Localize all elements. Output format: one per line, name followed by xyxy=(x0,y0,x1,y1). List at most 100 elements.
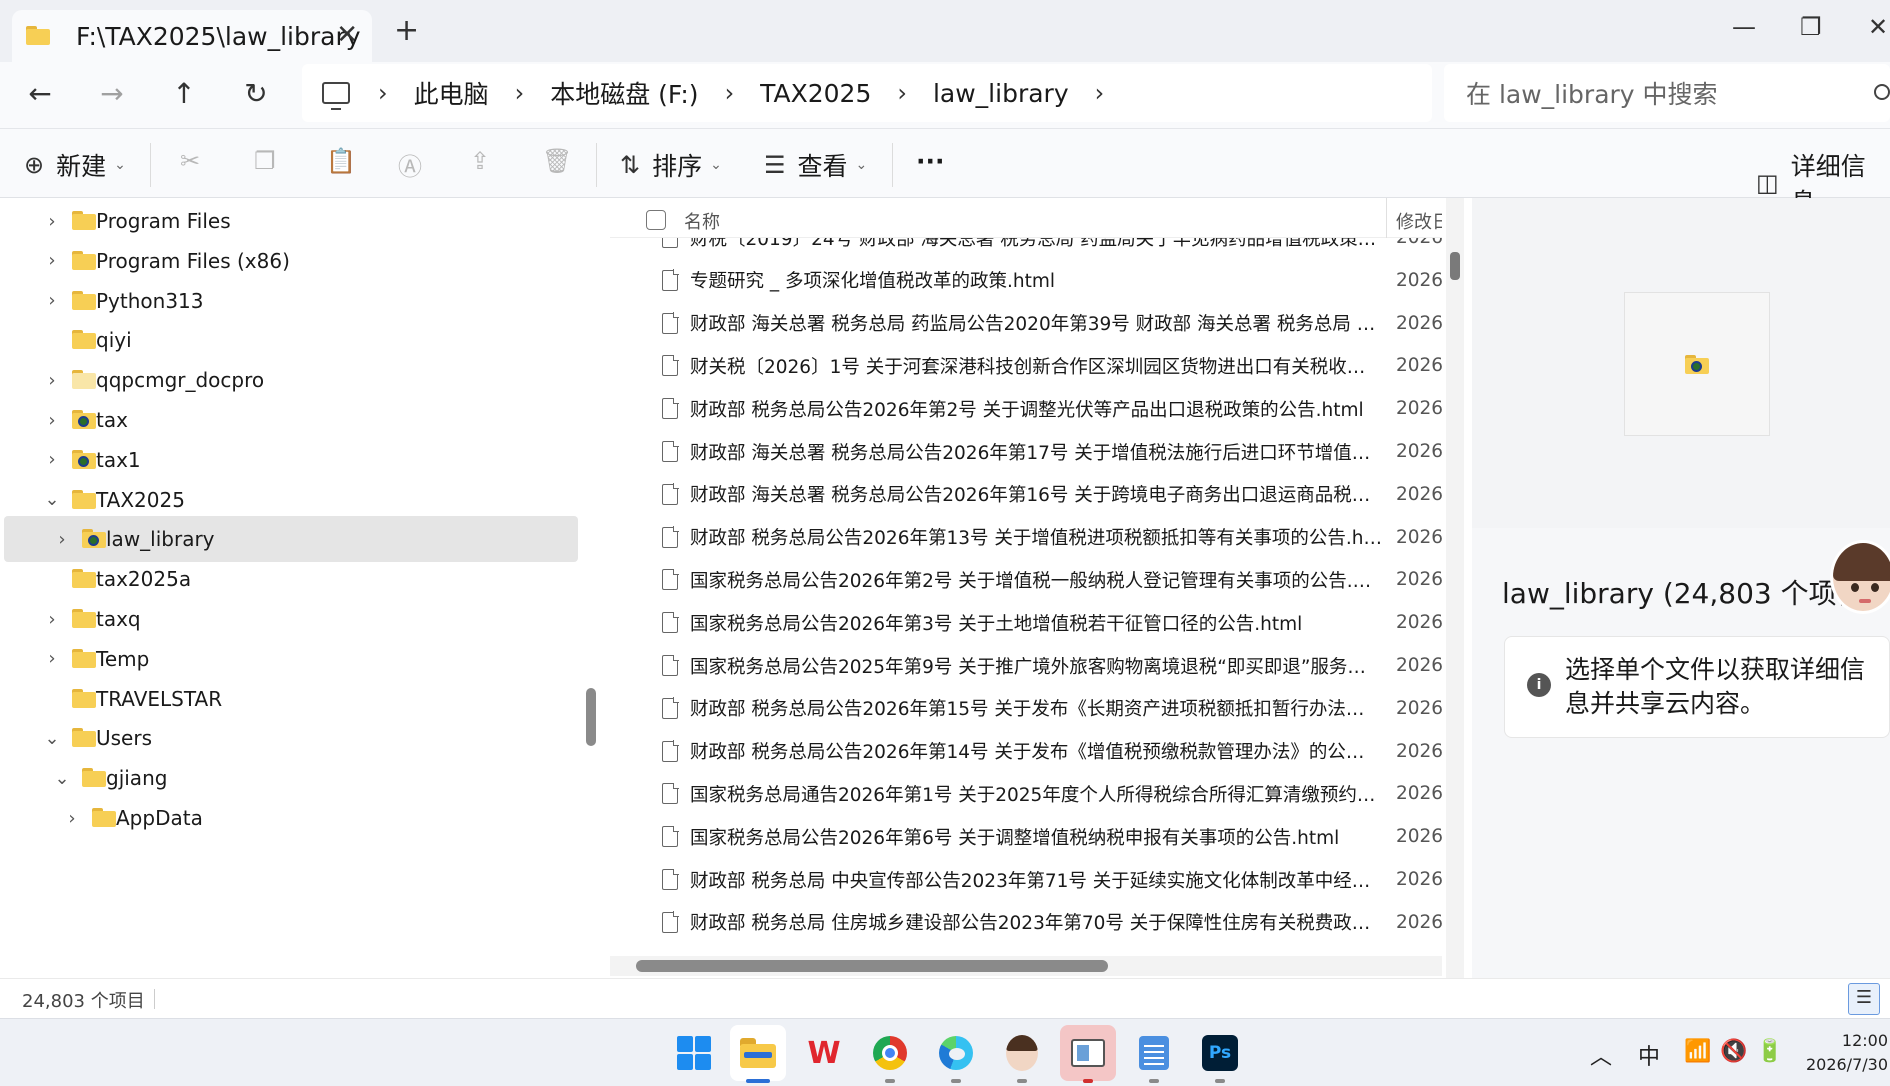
maximize-button[interactable]: ❐ xyxy=(1800,12,1822,42)
file-row[interactable]: 国家税务总局通告2026年第1号 关于2025年度个人所得税综合所得汇算清缴预约… xyxy=(610,772,1442,815)
taskbar-notepad[interactable] xyxy=(1126,1025,1182,1083)
breadcrumb-local-disk-f[interactable]: 本地磁盘 (F:) xyxy=(550,75,698,111)
chevron-down-icon[interactable]: ⌄ xyxy=(42,489,62,510)
chevron-right-icon[interactable]: › xyxy=(42,290,62,311)
taskbar-photoshop[interactable]: Ps xyxy=(1192,1025,1248,1083)
file-row[interactable]: 国家税务总局公告2026年第3号 关于土地增值税若干征管口径的公告.html 20… xyxy=(610,601,1442,644)
breadcrumb-separator[interactable]: › xyxy=(378,79,388,107)
close-tab-icon[interactable]: ✕ xyxy=(336,20,358,50)
breadcrumb[interactable]: › 此电脑 › 本地磁盘 (F:) › TAX2025 › law_librar… xyxy=(302,64,1432,122)
file-icon xyxy=(662,911,679,933)
file-date: 2026/ xyxy=(1396,783,1442,805)
file-row[interactable]: 国家税务总局公告2026年第6号 关于调整增值税纳税申报有关事项的公告.html… xyxy=(610,815,1442,858)
forward-button[interactable]: → xyxy=(92,76,132,112)
navigation-scrollbar[interactable] xyxy=(586,688,596,746)
tree-item[interactable]: › AppData xyxy=(4,795,578,841)
chevron-right-icon[interactable]: › xyxy=(52,529,72,550)
file-row[interactable]: 财政部 海关总署 税务总局公告2026年第17号 关于增值税法施行后进口环节增值… xyxy=(610,430,1442,473)
breadcrumb-separator[interactable]: › xyxy=(897,79,907,107)
taskbar-assistant[interactable] xyxy=(994,1025,1050,1083)
new-tab-button[interactable]: + xyxy=(394,16,419,46)
assistant-avatar[interactable] xyxy=(1830,540,1890,614)
chevron-right-icon[interactable]: › xyxy=(42,211,62,232)
chevron-down-icon[interactable]: ⌄ xyxy=(42,728,62,749)
breadcrumb-separator[interactable]: › xyxy=(515,79,525,107)
file-row[interactable]: 财政部 税务总局公告2026年第15号 关于发布《长期资产进项税额抵扣暂行办法》… xyxy=(610,687,1442,730)
breadcrumb-separator[interactable]: › xyxy=(725,79,735,107)
file-row[interactable]: 财政部 税务总局 中央宣传部公告2023年第71号 关于延续实施文化体制改革中经… xyxy=(610,858,1442,901)
clock[interactable]: 12:00 2026/7/30 xyxy=(1802,1029,1888,1077)
wifi-icon[interactable]: 📶 xyxy=(1684,1039,1711,1064)
taskbar-edge[interactable] xyxy=(928,1025,984,1083)
file-row[interactable]: 财政部 税务总局公告2026年第14号 关于发布《增值税预缴税款管理办法》的公告… xyxy=(610,730,1442,773)
minimize-button[interactable]: — xyxy=(1732,12,1756,42)
start-button[interactable] xyxy=(666,1025,722,1081)
details-view-icon[interactable]: ☰ xyxy=(1848,983,1880,1015)
sort-button[interactable]: ⇅ 排序 ⌄ xyxy=(620,147,722,183)
file-row[interactable]: 财政部 海关总署 税务总局公告2026年第16号 关于跨境电子商务出口退运商品税… xyxy=(610,473,1442,516)
horizontal-scrollbar-thumb[interactable] xyxy=(636,960,1108,972)
copy-button[interactable]: ❐ xyxy=(254,147,288,175)
volume-muted-icon[interactable]: 🔇 xyxy=(1720,1039,1747,1064)
file-row[interactable]: 财税〔2019〕24号 财政部 海关总署 税务总局 药监局关于罕见病药品增值税政… xyxy=(610,238,1442,259)
new-button[interactable]: ⊕ 新建 ⌄ xyxy=(24,147,126,183)
breadcrumb-law-library[interactable]: law_library xyxy=(933,79,1069,108)
file-row[interactable]: 财政部 税务总局公告2026年第13号 关于增值税进项税额抵扣等有关事项的公告.… xyxy=(610,516,1442,559)
search-icon[interactable] xyxy=(1874,84,1890,100)
show-hidden-icons-button[interactable]: ︿ xyxy=(1590,1039,1612,1071)
chevron-right-icon[interactable]: › xyxy=(42,609,62,630)
folder-icon xyxy=(26,26,52,46)
more-options-button[interactable]: ··· xyxy=(916,147,945,176)
breadcrumb-tax2025[interactable]: TAX2025 xyxy=(760,79,871,108)
chevron-right-icon[interactable]: › xyxy=(42,410,62,431)
breadcrumb-separator[interactable]: › xyxy=(1095,79,1105,107)
folder-icon xyxy=(72,728,96,748)
chevron-right-icon[interactable]: › xyxy=(62,808,82,829)
close-window-button[interactable]: ✕ xyxy=(1868,12,1888,42)
breadcrumb-this-pc[interactable]: 此电脑 xyxy=(414,75,489,111)
search-input[interactable]: 在 law_library 中搜索 xyxy=(1444,64,1890,122)
rename-button[interactable]: Ⓐ xyxy=(398,147,434,182)
navigation-pane[interactable]: › Program Files › Program Files (x86) › Pytho… xyxy=(0,198,580,978)
up-button[interactable]: ↑ xyxy=(164,76,204,112)
file-list-scrollbar-track[interactable] xyxy=(1446,198,1464,978)
file-row[interactable]: 财政部 税务总局公告2026年第2号 关于调整光伏等产品出口退税政策的公告.ht… xyxy=(610,387,1442,430)
tree-item-label: tax xyxy=(96,408,128,432)
refresh-button[interactable]: ↻ xyxy=(236,76,276,112)
chevron-down-icon[interactable]: ⌄ xyxy=(52,768,72,789)
edge-icon xyxy=(939,1036,973,1070)
taskbar-wps[interactable]: W xyxy=(796,1025,852,1081)
title-bar: F:\TAX2025\law_library ✕ + — ❐ ✕ xyxy=(0,0,1890,62)
ime-indicator[interactable]: 中 xyxy=(1638,1039,1660,1071)
file-icon xyxy=(662,782,679,805)
computer-icon[interactable] xyxy=(322,82,350,110)
select-all-checkbox[interactable] xyxy=(646,210,666,230)
battery-icon[interactable]: 🔋 xyxy=(1756,1039,1783,1064)
view-button[interactable]: ☰ 查看 ⌄ xyxy=(764,147,867,183)
file-list-scrollbar-thumb[interactable] xyxy=(1450,252,1460,280)
column-name[interactable]: 名称 xyxy=(684,208,720,234)
chevron-right-icon[interactable]: › xyxy=(42,250,62,271)
column-date-modified[interactable]: 修改日 xyxy=(1396,208,1442,234)
file-row[interactable]: 财政部 海关总署 税务总局 药监局公告2020年第39号 财政部 海关总署 税务… xyxy=(610,302,1442,345)
file-row[interactable]: 财政部 税务总局 住房城乡建设部公告2023年第70号 关于保障性住房有关税费政… xyxy=(610,901,1442,944)
column-divider[interactable] xyxy=(1386,198,1387,238)
tab-law-library[interactable]: F:\TAX2025\law_library ✕ xyxy=(12,10,372,62)
share-button[interactable]: ⇪ xyxy=(470,147,502,175)
synced-folder-icon xyxy=(72,410,96,429)
file-row[interactable]: 财关税〔2026〕1号 关于河套深港科技创新合作区深圳园区货物进出口有关税收政策… xyxy=(610,344,1442,387)
file-row[interactable]: 国家税务总局公告2026年第2号 关于增值税一般纳税人登记管理有关事项的公告.h… xyxy=(610,558,1442,601)
chevron-right-icon[interactable]: › xyxy=(42,370,62,391)
paste-button[interactable]: 📋 xyxy=(326,147,368,175)
delete-button[interactable]: 🗑 xyxy=(542,147,584,175)
taskbar-file-explorer[interactable] xyxy=(730,1025,786,1083)
taskbar-chrome[interactable] xyxy=(862,1025,918,1083)
chevron-right-icon[interactable]: › xyxy=(42,648,62,669)
taskbar-reader[interactable] xyxy=(1060,1025,1116,1083)
file-list[interactable]: 名称 修改日 财税〔2019〕24号 财政部 海关总署 税务总局 药监局关于罕见… xyxy=(610,198,1442,978)
back-button[interactable]: ← xyxy=(20,76,60,112)
file-row[interactable]: 专题研究 _ 多项深化增值税改革的政策.html 2026/ xyxy=(610,259,1442,302)
chevron-right-icon[interactable]: › xyxy=(42,449,62,470)
file-row[interactable]: 国家税务总局公告2025年第9号 关于推广境外旅客购物离境退税“即买即退”服务措… xyxy=(610,644,1442,687)
cut-button[interactable]: ✂ xyxy=(180,147,212,175)
